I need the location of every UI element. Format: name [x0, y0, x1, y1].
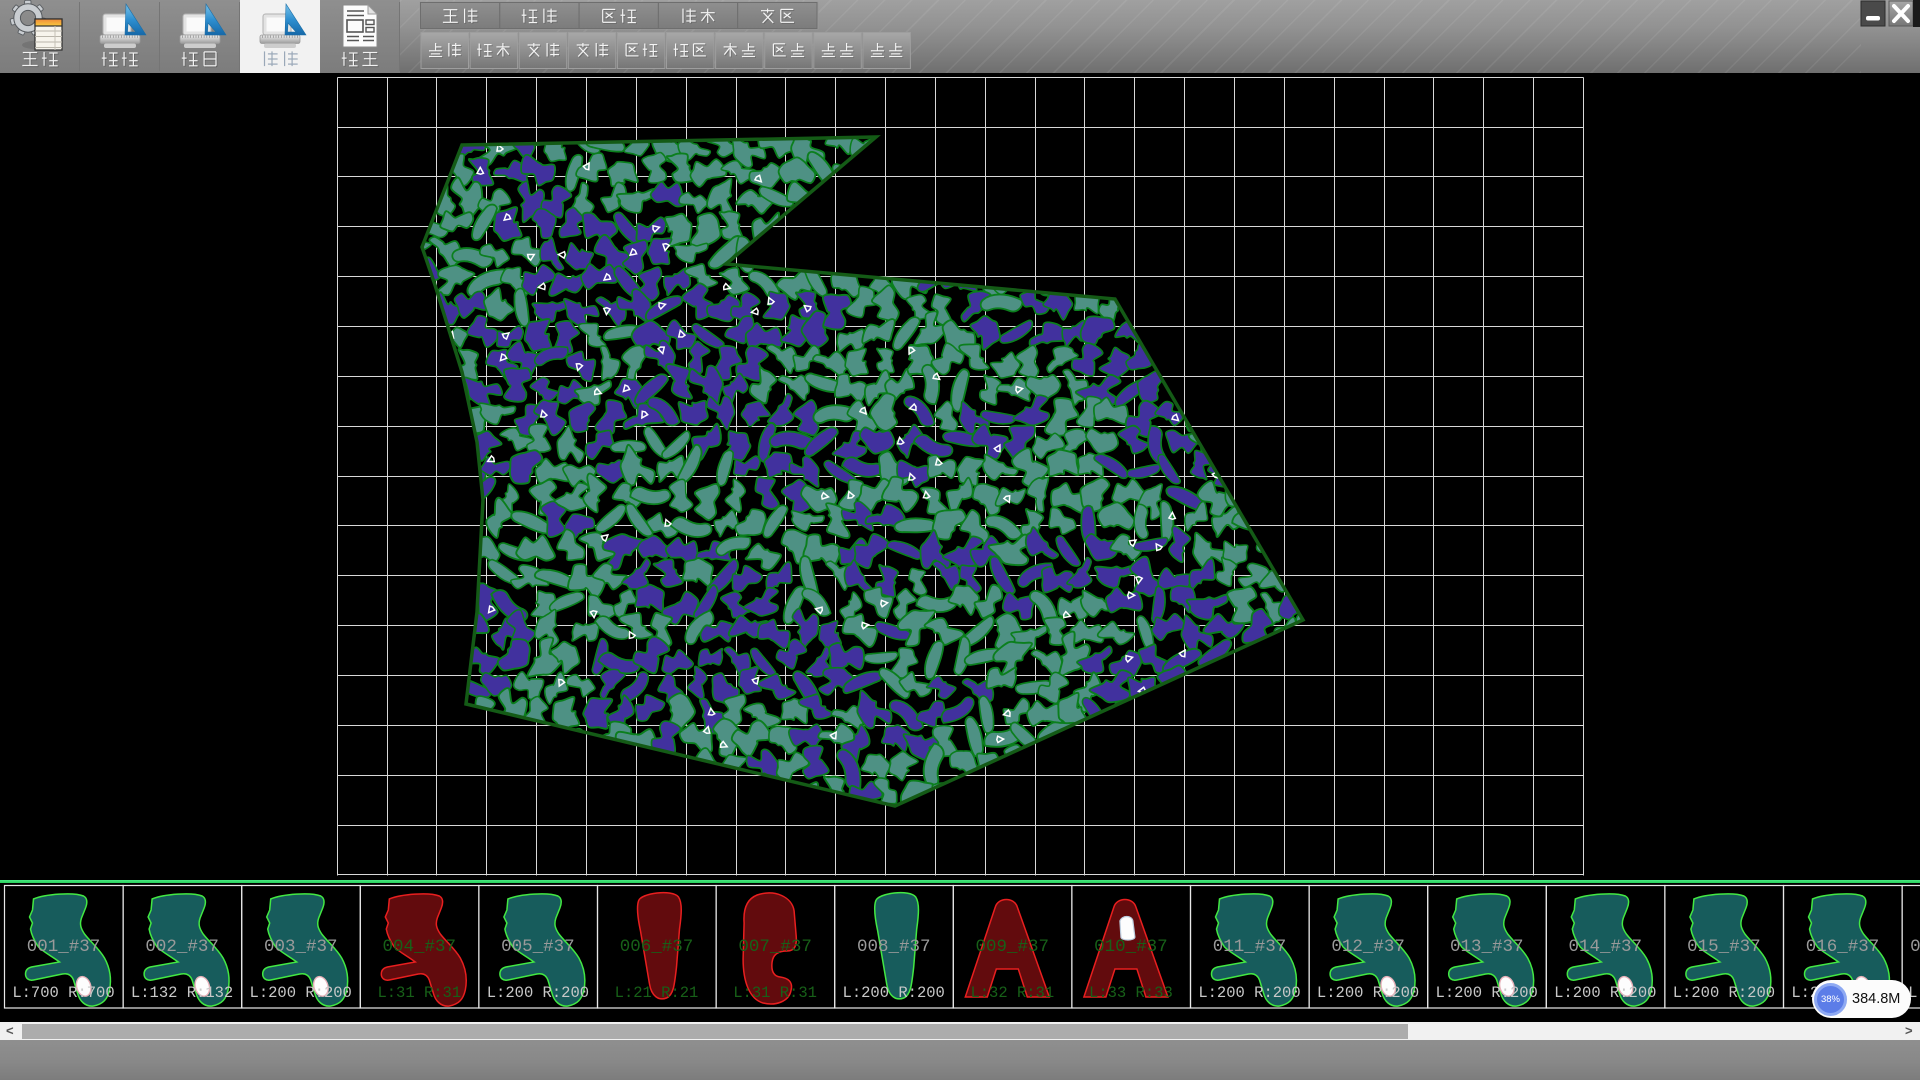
svg-text:007_#37: 007_#37 — [738, 937, 812, 957]
svg-text:L:200 R:200: L:200 R:200 — [250, 984, 352, 1002]
svg-text:005_#37: 005_#37 — [501, 937, 575, 957]
svg-text:L:200 R:200: L:200 R:200 — [1317, 984, 1419, 1002]
svg-text:012_#37: 012_#37 — [1331, 937, 1405, 957]
svg-text:L:200 R:200: L:200 R:200 — [843, 984, 945, 1002]
svg-text:008_#37: 008_#37 — [857, 937, 931, 957]
svg-text:L:200 R:200: L:200 R:200 — [487, 984, 589, 1002]
svg-text:L:31 R:31: L:31 R:31 — [377, 984, 461, 1002]
svg-text:L:200 R:200: L:200 R:200 — [1673, 984, 1775, 1002]
svg-text:006_#37: 006_#37 — [620, 937, 694, 957]
svg-text:014_#37: 014_#37 — [1569, 937, 1643, 957]
svg-text:004_#37: 004_#37 — [383, 937, 457, 957]
svg-text:010_#37: 010_#37 — [1094, 937, 1168, 957]
svg-text:011_#37: 011_#37 — [1213, 937, 1287, 957]
svg-text:L:132 R:132: L:132 R:132 — [131, 984, 233, 1002]
svg-text:001_#37: 001_#37 — [27, 937, 101, 957]
svg-text:L:700 R:700: L:700 R:700 — [12, 984, 114, 1002]
svg-text:L:200 R:200: L:200 R:200 — [1554, 984, 1656, 1002]
svg-text:L:33 R:33: L:33 R:33 — [1089, 984, 1173, 1002]
svg-text:015_#37: 015_#37 — [1687, 937, 1761, 957]
svg-text:L:200 R:200: L:200 R:200 — [1198, 984, 1300, 1002]
svg-text:003_#37: 003_#37 — [264, 937, 338, 957]
svg-text:0: 0 — [1910, 937, 1920, 957]
svg-text:016_#37: 016_#37 — [1806, 937, 1880, 957]
svg-text:013_#37: 013_#37 — [1450, 937, 1524, 957]
svg-text:009_#37: 009_#37 — [976, 937, 1050, 957]
svg-text:002_#37: 002_#37 — [145, 937, 219, 957]
svg-text:L:200 R:200: L:200 R:200 — [1436, 984, 1538, 1002]
svg-text:L:31 R:31: L:31 R:31 — [733, 984, 817, 1002]
svg-text:L:32 R:31: L:32 R:31 — [970, 984, 1054, 1002]
svg-text:L:21 R:21: L:21 R:21 — [615, 984, 699, 1002]
